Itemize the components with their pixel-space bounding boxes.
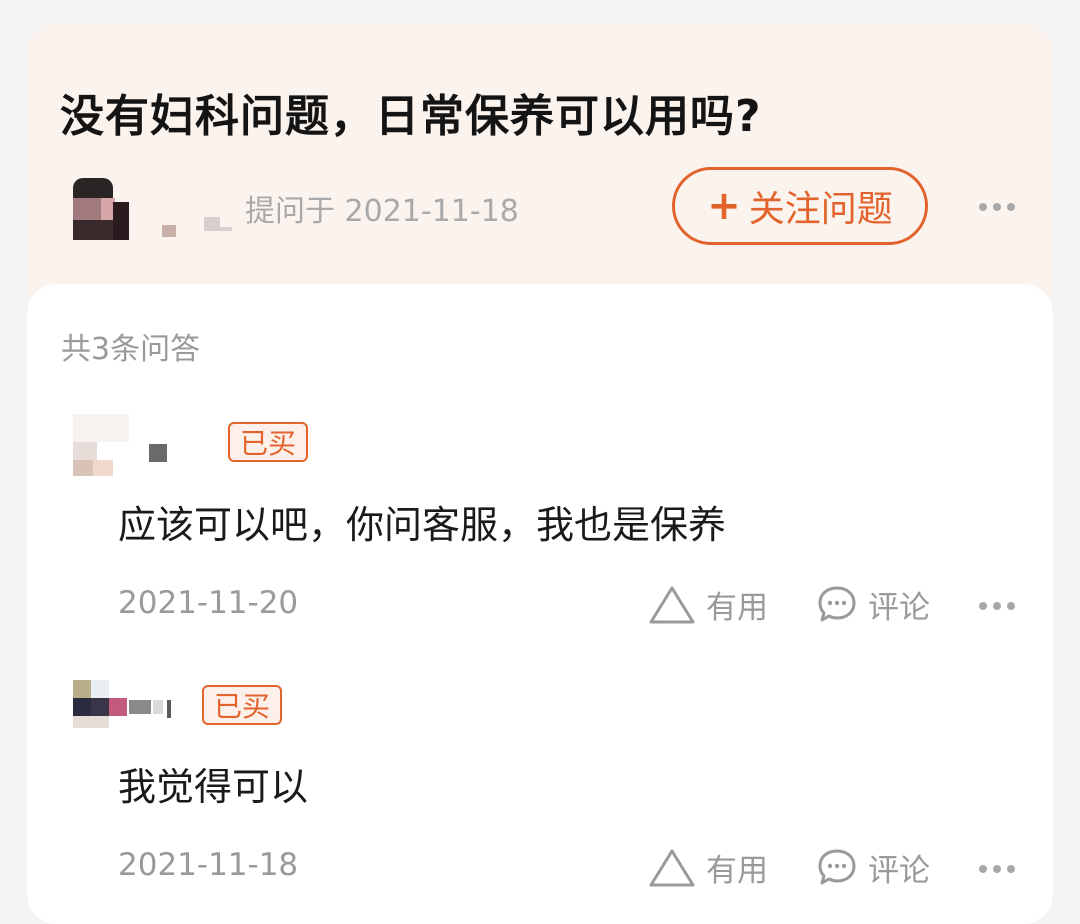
more-icon[interactable]	[979, 203, 1015, 211]
useful-label: 有用	[706, 590, 768, 626]
more-icon[interactable]	[979, 602, 1015, 610]
asked-date: 提问于 2021-11-18	[245, 194, 519, 229]
follow-question-label: 关注问题	[748, 189, 893, 230]
answers-card: 共3条问答 已买 应该可以吧，你问客服，我也是保养 2021-11-20 有用 …	[27, 284, 1053, 924]
plus-icon: +	[707, 183, 741, 229]
useful-triangle-icon	[649, 849, 695, 886]
answerer-avatar[interactable]	[73, 680, 173, 730]
answerer-name-blurred	[149, 444, 169, 464]
comment-label: 评论	[868, 590, 930, 626]
bought-badge: 已买	[228, 422, 309, 462]
asker-name-blurred	[162, 217, 252, 239]
useful-button[interactable]: 有用	[648, 845, 768, 890]
comment-bubble-icon	[818, 586, 856, 621]
bought-badge: 已买	[202, 685, 283, 725]
answer-date: 2021-11-18	[118, 847, 299, 883]
comment-label: 评论	[868, 853, 930, 889]
useful-triangle-icon	[649, 586, 695, 623]
asker-avatar[interactable]	[73, 178, 129, 240]
answer-text[interactable]: 应该可以吧，你问客服，我也是保养	[118, 494, 726, 549]
answers-count: 共3条问答	[61, 332, 201, 367]
useful-label: 有用	[706, 853, 768, 889]
answer-date: 2021-11-20	[118, 585, 299, 621]
answerer-avatar[interactable]	[73, 414, 129, 476]
comment-button[interactable]: 评论	[816, 582, 930, 627]
answer-text[interactable]: 我觉得可以	[118, 756, 308, 811]
comment-bubble-icon	[818, 849, 856, 884]
question-title: 没有妇科问题，日常保养可以用吗?	[60, 91, 762, 142]
comment-button[interactable]: 评论	[816, 845, 930, 890]
more-icon[interactable]	[979, 865, 1015, 873]
useful-button[interactable]: 有用	[648, 582, 768, 627]
question-card: 没有妇科问题，日常保养可以用吗? 提问于 2021-11-18 + 关注问题	[27, 22, 1053, 322]
follow-question-button[interactable]: + 关注问题	[672, 167, 928, 245]
